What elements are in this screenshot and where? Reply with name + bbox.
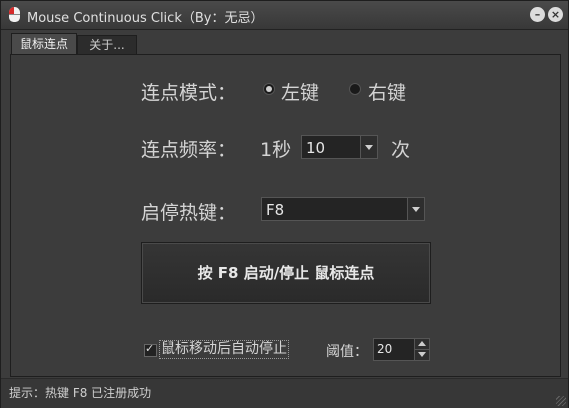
status-text: 提示：热键 F8 已注册成功 <box>9 386 152 400</box>
mouse-icon <box>9 7 20 22</box>
frequency-value: 10 <box>306 139 326 157</box>
title-bar[interactable]: Mouse Continuous Click（By：无忌） – × <box>1 1 568 30</box>
window-title: Mouse Continuous Click（By：无忌） <box>27 11 264 26</box>
minimize-button[interactable]: – <box>530 7 545 22</box>
hotkey-select[interactable]: F8 <box>261 197 425 221</box>
chevron-down-icon[interactable] <box>360 136 377 158</box>
mode-label: 连点模式： <box>141 82 237 104</box>
start-stop-button[interactable]: 按 F8 启动/停止 鼠标连点 <box>141 242 431 304</box>
radio-right-button[interactable] <box>349 83 361 95</box>
settings-panel: 连点模式： 左键 右键 连点频率： 1秒 10 次 启停热键： F8 按 F8 … <box>10 54 561 377</box>
spin-down-icon[interactable] <box>414 350 429 360</box>
threshold-label: 阈值： <box>326 344 368 360</box>
resize-grip-icon[interactable] <box>556 396 566 406</box>
frequency-select[interactable]: 10 <box>301 135 378 159</box>
close-button[interactable]: × <box>548 7 563 22</box>
chevron-down-icon[interactable] <box>407 198 424 220</box>
tab-about[interactable]: 关于... <box>77 35 137 55</box>
threshold-value: 20 <box>377 342 393 356</box>
spin-up-icon[interactable] <box>414 339 429 350</box>
hotkey-label: 启停热键： <box>141 202 237 224</box>
hotkey-value: F8 <box>266 201 285 219</box>
radio-left-button[interactable] <box>263 83 275 95</box>
app-window: Mouse Continuous Click（By：无忌） – × 鼠标连点 关… <box>0 0 569 408</box>
frequency-label: 连点频率： <box>141 139 237 161</box>
status-bar: 提示：热键 F8 已注册成功 <box>1 378 568 408</box>
radio-left-label[interactable]: 左键 <box>281 78 319 105</box>
auto-stop-checkbox[interactable] <box>144 342 157 357</box>
auto-stop-label[interactable]: 鼠标移动后自动停止 <box>159 340 289 359</box>
frequency-unit-suffix: 次 <box>391 139 411 161</box>
tab-mouse-click[interactable]: 鼠标连点 <box>11 33 77 56</box>
frequency-unit-prefix: 1秒 <box>260 139 292 161</box>
threshold-spinbox[interactable]: 20 <box>373 338 430 361</box>
radio-right-label[interactable]: 右键 <box>368 78 406 105</box>
